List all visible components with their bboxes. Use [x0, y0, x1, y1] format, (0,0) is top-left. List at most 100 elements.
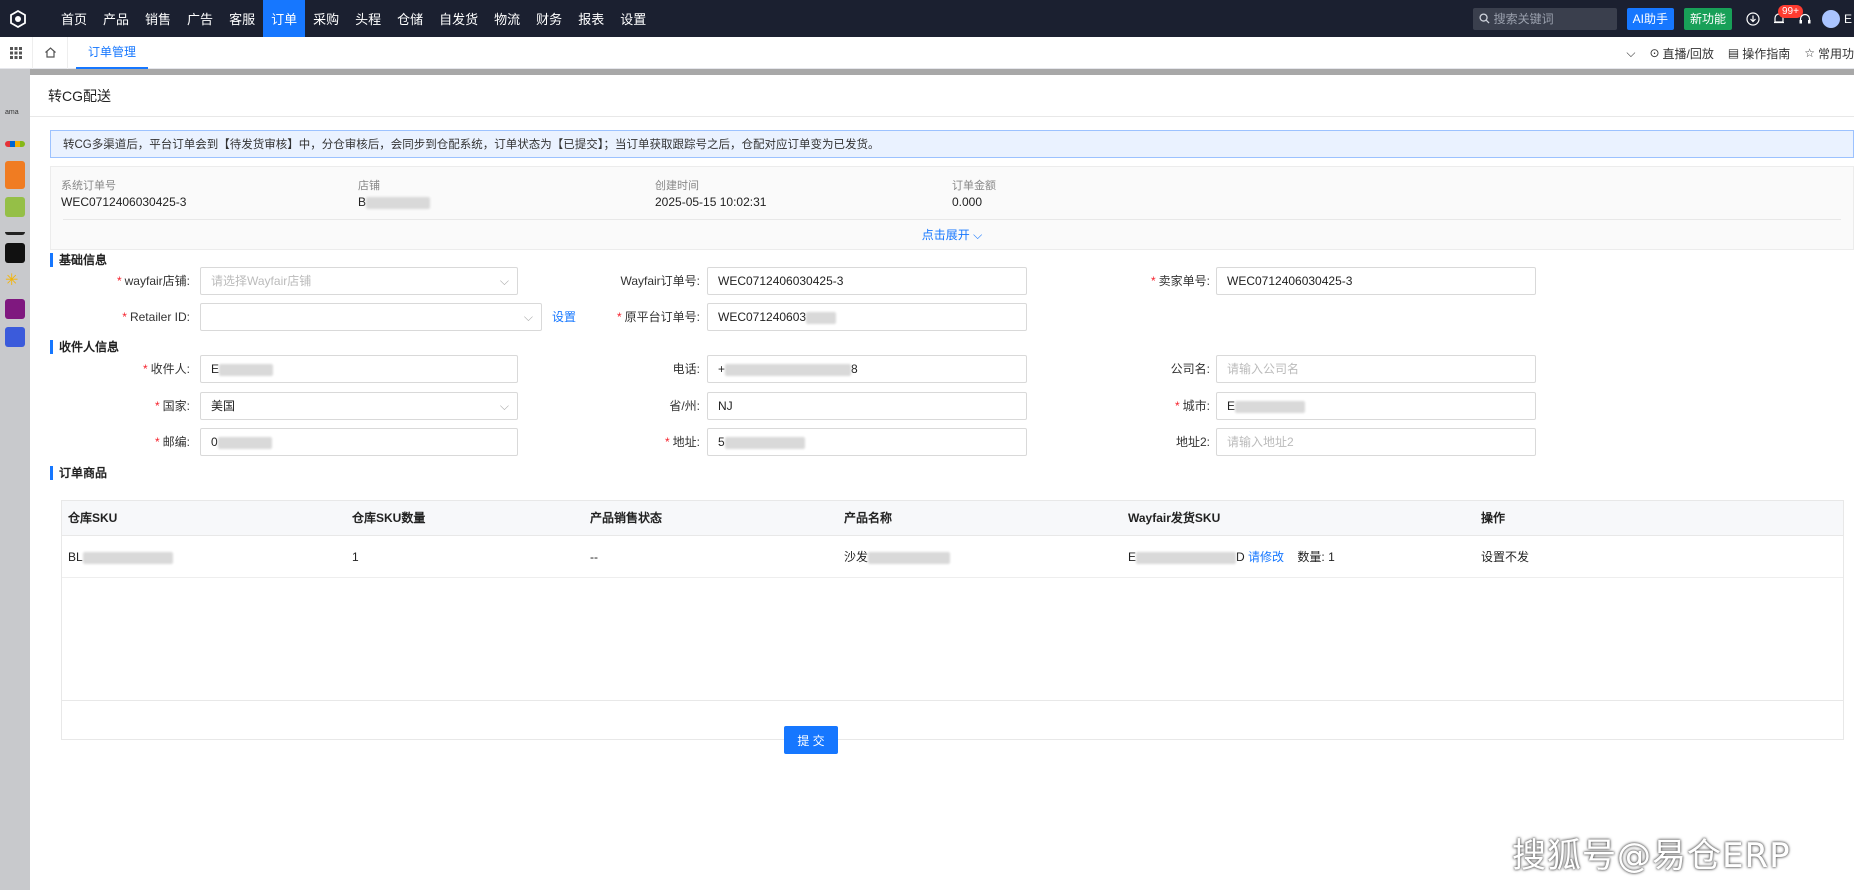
- app-logo-icon[interactable]: [0, 0, 35, 37]
- live-replay-link[interactable]: ⊙ 直播/回放: [1649, 45, 1713, 62]
- expand-label: 点击展开: [921, 228, 970, 242]
- search-icon: [1479, 13, 1490, 24]
- live-replay-label: 直播/回放: [1662, 46, 1714, 61]
- tab-dropdown-icon[interactable]: ⌵: [1626, 46, 1635, 61]
- recipient-name-label: * 收件人:: [142, 362, 190, 376]
- nav-item-9[interactable]: 自发货: [431, 0, 486, 37]
- phone-value: +: [718, 362, 726, 376]
- platform-temu-icon[interactable]: [5, 161, 25, 189]
- address-input[interactable]: 5: [707, 428, 1027, 456]
- seller-no-label: * 卖家单号:: [1150, 274, 1210, 288]
- company-input[interactable]: 请输入公司名: [1216, 355, 1536, 383]
- created-value: 2025-05-15 10:02:31: [655, 195, 767, 209]
- seller-no-label-text: 卖家单号:: [1158, 274, 1210, 288]
- bell-icon[interactable]: 99+: [1766, 0, 1803, 37]
- nav-item-11[interactable]: 财务: [528, 0, 570, 37]
- count-label: 数量:: [1297, 550, 1325, 564]
- common-label: 常用功: [1817, 46, 1854, 61]
- expand-link[interactable]: 点击展开 ⌵: [51, 226, 1853, 243]
- wf-order-label: Wayfair订单号:: [620, 274, 700, 288]
- order-summary: 系统订单号 WEC0712406030425-3 店铺 B 创建时间 2025-…: [50, 166, 1854, 250]
- nav-item-0[interactable]: 首页: [53, 0, 95, 37]
- orig-order-input[interactable]: WEC071240603: [707, 303, 1027, 331]
- table-header: 仓库SKU 仓库SKU数量 产品销售状态 产品名称 Wayfair发货SKU 操…: [62, 501, 1843, 536]
- tab-order-management[interactable]: 订单管理: [76, 37, 149, 69]
- download-icon[interactable]: [1740, 0, 1766, 37]
- zip-input[interactable]: 0: [200, 428, 518, 456]
- order-no-label: 系统订单号: [61, 180, 116, 192]
- platform-ebay-icon[interactable]: [5, 141, 25, 147]
- nav-item-3[interactable]: 广告: [179, 0, 221, 37]
- redacted-shop: [366, 196, 431, 209]
- nav-item-5[interactable]: 订单: [263, 0, 306, 37]
- summary-shop: 店铺 B: [358, 177, 431, 209]
- nav-item-4[interactable]: 客服: [221, 0, 263, 37]
- basic-info-heading: 基础信息: [50, 253, 107, 267]
- th-product-name: 产品名称: [844, 511, 893, 525]
- avatar[interactable]: [1821, 9, 1840, 28]
- amount-label: 订单金额: [952, 180, 996, 192]
- redacted-product-name: [868, 551, 951, 564]
- retailer-id-select[interactable]: ⌵: [200, 303, 542, 331]
- summary-created: 创建时间 2025-05-15 10:02:31: [655, 177, 766, 209]
- platform-tiktok-icon[interactable]: [5, 243, 25, 263]
- table-footer: [61, 700, 1844, 730]
- transfer-cg-modal: 转CG配送 转CG多渠道后，平台订单会到【待发货审核】中，分仓审核后，会同步到仓…: [30, 75, 1854, 890]
- state-label: 省/州:: [669, 399, 700, 413]
- nav-item-2[interactable]: 销售: [137, 0, 179, 37]
- nav-item-6[interactable]: 采购: [305, 0, 347, 37]
- phone-input[interactable]: +8: [707, 355, 1027, 383]
- table-row: BL 1 -- 沙发 E D 请修改 数量: 1 设置不发: [62, 536, 1843, 578]
- global-search-input[interactable]: 搜索关键词: [1472, 7, 1617, 30]
- nav-item-7[interactable]: 头程: [347, 0, 389, 37]
- product-name-value: 沙发: [844, 550, 869, 564]
- platform-amazon-icon[interactable]: ama: [5, 109, 25, 129]
- headset-icon[interactable]: [1792, 0, 1818, 37]
- nav-item-1[interactable]: 产品: [95, 0, 137, 37]
- redacted-zip: [217, 436, 272, 449]
- nav-item-8[interactable]: 仓储: [389, 0, 431, 37]
- address2-input[interactable]: 请输入地址2: [1216, 428, 1536, 456]
- new-feature-button[interactable]: 新功能: [1683, 7, 1732, 30]
- zip-label: * 邮编:: [154, 435, 190, 449]
- order-no-value: WEC0712406030425-3: [61, 195, 187, 209]
- star-icon: ☆: [1804, 46, 1815, 60]
- submit-button[interactable]: 提 交: [784, 726, 838, 754]
- th-wayfair-sku: Wayfair发货SKU: [1128, 511, 1221, 525]
- common-functions-link[interactable]: ☆ 常用功: [1804, 45, 1854, 62]
- platform-shopify-icon[interactable]: [5, 197, 25, 217]
- platform-b2c-icon[interactable]: [5, 327, 25, 347]
- wf-order-input[interactable]: WEC0712406030425-3: [707, 267, 1027, 295]
- play-icon: ⊙: [1649, 46, 1660, 60]
- sku-value: BL: [68, 550, 83, 564]
- state-input[interactable]: NJ: [707, 392, 1027, 420]
- platform-wayfair-icon[interactable]: [5, 299, 25, 319]
- th-sale-status: 产品销售状态: [590, 511, 663, 525]
- orig-order-label: * 原平台订单号:: [616, 310, 700, 324]
- seller-no-input[interactable]: WEC0712406030425-3: [1216, 267, 1536, 295]
- platform-walmart-icon[interactable]: ✳: [5, 271, 25, 291]
- country-select[interactable]: 美国 ⌵: [200, 392, 518, 420]
- nav-item-10[interactable]: 物流: [486, 0, 528, 37]
- city-value: E: [1227, 399, 1236, 413]
- ai-assistant-button[interactable]: AI助手: [1626, 7, 1674, 30]
- tab-bar: 订单管理 ⌵ ⊙ 直播/回放 ▤ 操作指南 ☆ 常用功: [0, 36, 1854, 69]
- wayfair-shop-select[interactable]: 请选择Wayfair店铺 ⌵: [200, 267, 518, 295]
- city-input[interactable]: E: [1216, 392, 1536, 420]
- set-no-ship-link[interactable]: 设置不发: [1481, 536, 1529, 578]
- edit-sku-link[interactable]: 请修改: [1248, 550, 1284, 564]
- address-label-text: 地址:: [672, 435, 700, 449]
- nav-item-13[interactable]: 设置: [612, 0, 654, 37]
- user-name[interactable]: E: [1844, 12, 1852, 26]
- guide-link[interactable]: ▤ 操作指南: [1728, 45, 1790, 62]
- platform-shein-icon[interactable]: [5, 225, 25, 235]
- recipient-name-input[interactable]: E: [200, 355, 518, 383]
- redacted-address: [724, 436, 805, 449]
- redacted-wf-sku: [1136, 551, 1237, 564]
- top-nav: 首页 产品 销售 广告 客服 订单 采购 头程 仓储 自发货 物流 财务 报表 设置 搜索关键词 AI助手…: [0, 0, 1854, 37]
- redacted-name: [219, 363, 274, 376]
- nav-item-12[interactable]: 报表: [570, 0, 612, 37]
- home-icon[interactable]: [32, 36, 68, 69]
- chevron-down-icon: ⌵: [523, 310, 533, 324]
- apps-grid-icon[interactable]: [0, 46, 32, 59]
